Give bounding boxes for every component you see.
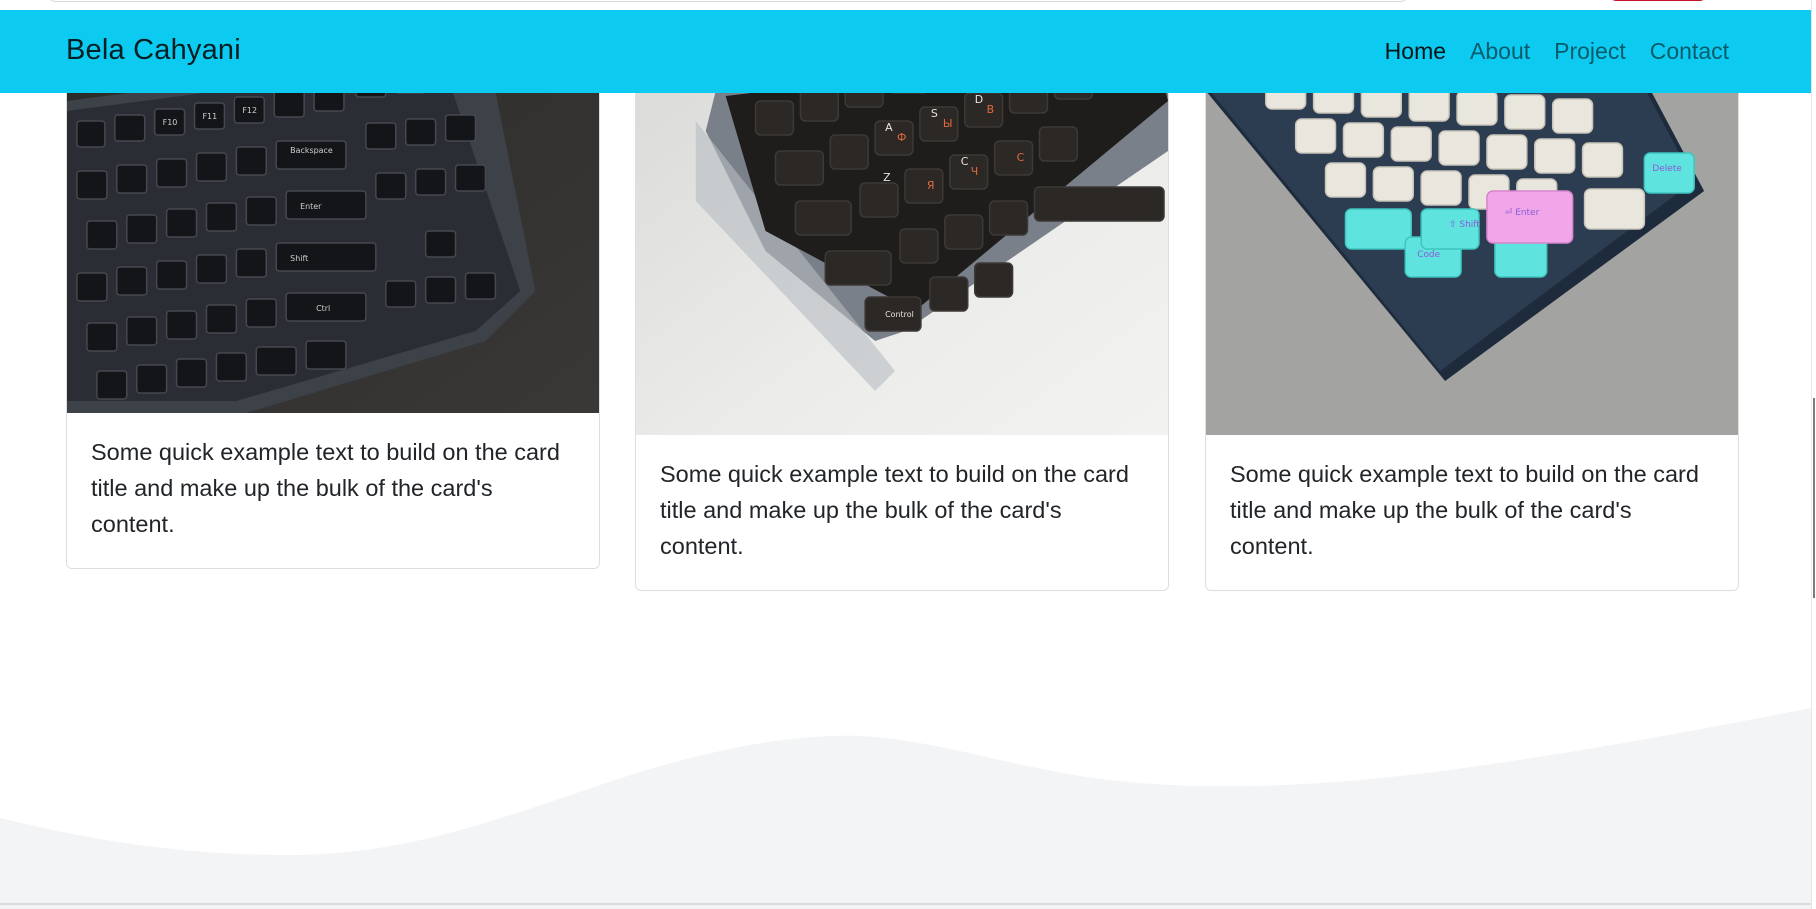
keyboard-dark-photo-icon: Backspace Enter Shift Ctrl F10 F11 F12 [67,41,599,413]
svg-text:Shift: Shift [290,254,308,263]
svg-text:Code: Code [1417,250,1440,260]
card-text: Some quick example text to build on the … [91,439,560,537]
svg-text:F10: F10 [163,118,178,127]
nav-link-about[interactable]: About [1470,38,1530,65]
svg-text:⏎ Enter: ⏎ Enter [1505,208,1540,218]
nav-links: Home About Project Contact [1385,38,1729,65]
wave-divider [0,708,1811,909]
browser-top-edge [0,0,1816,10]
svg-text:Backspace: Backspace [290,146,333,155]
svg-text:Ф: Ф [897,131,906,144]
page: Bela Cahyani Home About Project Contact [0,0,1816,909]
card-text: Some quick example text to build on the … [660,461,1129,559]
svg-text:С: С [1017,151,1025,164]
svg-text:⇧ Shift: ⇧ Shift [1449,220,1480,230]
card-text: Some quick example text to build on the … [1230,461,1699,559]
page-bottom-border [0,903,1811,905]
svg-text:F11: F11 [202,112,217,121]
address-bar-edge[interactable] [46,0,1410,2]
svg-text:C: C [961,155,969,168]
svg-text:S: S [931,107,938,120]
nav-link-contact[interactable]: Contact [1650,38,1729,65]
svg-text:F12: F12 [242,106,257,115]
nav-link-project[interactable]: Project [1554,38,1626,65]
svg-text:Ctrl: Ctrl [316,304,330,313]
nav-link-home[interactable]: Home [1385,38,1446,65]
project-card-3: ⏎ Enter ⇧ Shift Delete Code Some quick e… [1205,40,1739,591]
svg-text:A: A [885,121,893,134]
red-button-edge[interactable] [1610,0,1706,1]
svg-text:Enter: Enter [300,202,322,211]
scrollbar-thumb[interactable] [1813,398,1815,598]
keyboard-white-cyan-pink-photo-icon: ⏎ Enter ⇧ Shift Delete Code [1206,41,1738,435]
navbar: Bela Cahyani Home About Project Contact [0,10,1811,93]
navbar-brand[interactable]: Bela Cahyani [66,34,241,67]
svg-text:Я: Я [927,179,935,192]
project-card-1: Backspace Enter Shift Ctrl F10 F11 F12 S… [66,40,600,569]
svg-text:D: D [975,93,983,106]
svg-text:Delete: Delete [1652,164,1682,174]
project-card-2: Ф Ы В Я Ч С A S D Z C Control Some quick… [635,40,1169,591]
keyboard-black-orange-legends-photo-icon: Ф Ы В Я Ч С A S D Z C Control [636,41,1168,435]
svg-text:В: В [987,103,995,116]
svg-text:Z: Z [883,171,891,184]
svg-text:Control: Control [885,310,914,319]
svg-text:Ч: Ч [971,165,979,178]
svg-text:Ы: Ы [943,117,953,130]
